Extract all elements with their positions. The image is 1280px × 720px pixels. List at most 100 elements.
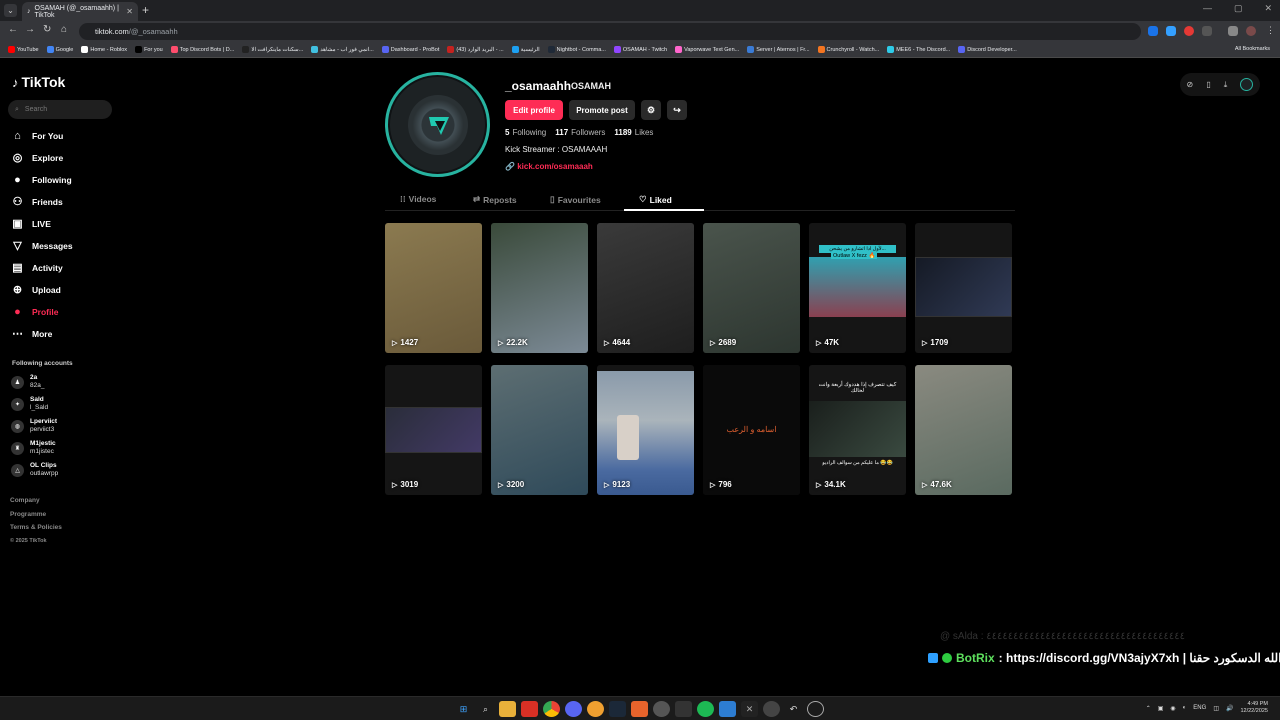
app-icon[interactable] bbox=[587, 701, 604, 717]
all-bookmarks-button[interactable]: All Bookmarks bbox=[1235, 46, 1270, 52]
video-card[interactable]: ▷ 47.6K bbox=[915, 365, 1012, 495]
tray-icon[interactable]: ◉ bbox=[1170, 705, 1175, 712]
app-icon[interactable] bbox=[719, 701, 736, 717]
tiktok-logo[interactable]: ♪ TikTok bbox=[12, 74, 65, 90]
video-card[interactable]: ▷ 4644 bbox=[597, 223, 694, 353]
extensions-puzzle-icon[interactable] bbox=[1228, 26, 1238, 36]
close-tab-icon[interactable]: ✕ bbox=[126, 7, 133, 16]
video-card[interactable]: ▷ 22.2K bbox=[491, 223, 588, 353]
extension-icon[interactable] bbox=[1202, 26, 1212, 36]
discord-icon[interactable] bbox=[565, 701, 582, 717]
footer-link[interactable]: Terms & Policies bbox=[10, 524, 62, 531]
search-icon[interactable]: ⌕ bbox=[477, 701, 494, 717]
forward-icon[interactable]: → bbox=[25, 24, 35, 35]
phone-icon[interactable]: ▯ bbox=[1206, 80, 1210, 89]
bookmark-item[interactable]: OSAMAH - Twitch bbox=[613, 46, 667, 53]
file-explorer-icon[interactable] bbox=[499, 701, 516, 717]
profile-avatar-icon[interactable] bbox=[1246, 26, 1256, 36]
sidebar-item-friends[interactable]: ⚇ Friends bbox=[11, 195, 63, 208]
search-input[interactable]: ⌕ Search bbox=[8, 100, 112, 119]
extension-icon[interactable] bbox=[1184, 26, 1194, 36]
bookmark-item[interactable]: Server | Aternos | Fr... bbox=[747, 46, 810, 53]
sidebar-item-profile[interactable]: ● Profile bbox=[11, 305, 58, 318]
bookmark-item[interactable]: Crunchyroll - Watch... bbox=[817, 46, 879, 53]
back-icon[interactable]: ← bbox=[8, 24, 18, 35]
steam-icon[interactable] bbox=[609, 701, 626, 717]
following-account[interactable]: △ OL Clips outlawrpp bbox=[11, 462, 58, 478]
menu-icon[interactable]: ⋮ bbox=[1266, 25, 1275, 36]
bookmark-item[interactable]: Dashboard - ProBot bbox=[381, 46, 439, 53]
new-tab-button[interactable]: + bbox=[142, 3, 149, 17]
tab-search-button[interactable]: ⌄ bbox=[4, 4, 17, 17]
following-account[interactable]: ✦ Sald l_Sald bbox=[11, 396, 48, 412]
sidebar-item-more[interactable]: ⋯ More bbox=[11, 327, 52, 340]
bookmark-item[interactable]: MEE6 - The Discord... bbox=[887, 46, 950, 53]
app-icon[interactable] bbox=[675, 701, 692, 717]
minimize-icon[interactable]: — bbox=[1203, 3, 1212, 14]
tray-icon[interactable]: ◐ bbox=[1183, 705, 1187, 711]
tab-favourites[interactable]: ▯ Favourites bbox=[550, 194, 601, 205]
spotify-icon[interactable] bbox=[697, 701, 714, 717]
video-card[interactable]: كيف تتصرف إذا هددوك أربعة وانت لحالك ما ع… bbox=[809, 365, 906, 495]
bookmark-item[interactable]: Top Discord Bots | D... bbox=[170, 46, 234, 53]
bookmark-item[interactable]: Google bbox=[46, 46, 73, 53]
app-icon[interactable] bbox=[631, 701, 648, 717]
settings-gear-icon[interactable]: ⚙ bbox=[641, 100, 661, 120]
bookmark-item[interactable]: سكنات ماينكرافت الا... bbox=[242, 46, 303, 53]
sidebar-item-messages[interactable]: ▽ Messages bbox=[11, 239, 72, 252]
bookmark-item[interactable]: Home - Roblox bbox=[81, 46, 127, 53]
video-card[interactable]: ▷ 3200 bbox=[491, 365, 588, 495]
sidebar-item-live[interactable]: ▣ LIVE bbox=[11, 217, 51, 230]
following-account[interactable]: ♜ M1jestic m1jistec bbox=[11, 440, 56, 456]
video-card[interactable]: ▷ 9123 bbox=[597, 365, 694, 495]
windows-start-icon[interactable]: ⊞ bbox=[455, 701, 472, 717]
maximize-icon[interactable]: ▢ bbox=[1234, 3, 1243, 14]
bookmark-item[interactable]: For you bbox=[135, 46, 163, 53]
chrome-icon[interactable] bbox=[543, 701, 560, 717]
following-stat[interactable]: 5 Following bbox=[505, 128, 546, 137]
user-avatar-icon[interactable] bbox=[1240, 78, 1254, 91]
sidebar-item-following[interactable]: ● Following bbox=[11, 173, 72, 186]
language-indicator[interactable]: ENG bbox=[1193, 705, 1206, 711]
browser-tab[interactable]: ♪ OSAMAH (@_osamaahh) | TikTok ✕ bbox=[22, 2, 138, 21]
close-window-icon[interactable]: ✕ bbox=[1264, 3, 1272, 14]
bookmark-item[interactable]: (43) البريد الوارد - ... bbox=[447, 46, 504, 53]
bookmark-item[interactable]: Vaporwave Text Gen... bbox=[675, 46, 739, 53]
sidebar-item-activity[interactable]: ▤ Activity bbox=[11, 261, 62, 274]
extension-icon[interactable] bbox=[1166, 26, 1176, 36]
video-card[interactable]: اسامه و الرعب ▷ 796 bbox=[703, 365, 800, 495]
extension-icon[interactable] bbox=[1148, 26, 1158, 36]
reload-icon[interactable]: ↻ bbox=[43, 24, 51, 35]
bookmark-item[interactable]: Discord Developer... bbox=[958, 46, 1017, 53]
promote-post-button[interactable]: Promote post bbox=[569, 100, 635, 120]
network-icon[interactable]: ◫ bbox=[1213, 705, 1219, 712]
app-icon[interactable] bbox=[763, 701, 780, 717]
video-card[interactable]: ▷ 2689 bbox=[703, 223, 800, 353]
sidebar-item-upload[interactable]: ⊕ Upload bbox=[11, 283, 61, 296]
media-app-icon[interactable] bbox=[521, 701, 538, 717]
share-icon[interactable]: ↪ bbox=[667, 100, 687, 120]
edit-profile-button[interactable]: Edit profile bbox=[505, 100, 563, 120]
app-icon[interactable] bbox=[807, 701, 824, 717]
sidebar-item-for-you[interactable]: ⌂ For You bbox=[11, 129, 63, 142]
footer-link[interactable]: Programme bbox=[10, 511, 46, 518]
app-icon[interactable]: ↶ bbox=[785, 701, 802, 717]
following-account[interactable]: ◍ Lperviict perviict3 bbox=[11, 418, 57, 434]
footer-link[interactable]: Company bbox=[10, 497, 40, 504]
url-input[interactable]: tiktok.com/@_osamaahh bbox=[79, 23, 1141, 40]
compass-icon[interactable]: ⊘ bbox=[1187, 80, 1194, 89]
clock[interactable]: 4:49 PM 12/22/2025 bbox=[1240, 701, 1268, 715]
sidebar-item-explore[interactable]: ◎ Explore bbox=[11, 151, 64, 164]
bookmark-item[interactable]: الرئيسية bbox=[511, 46, 540, 53]
followers-stat[interactable]: 117 Followers bbox=[555, 128, 605, 137]
app-icon[interactable]: ✕ bbox=[741, 701, 758, 717]
tab-reposts[interactable]: ⇄ Reposts bbox=[473, 194, 517, 205]
bookmark-item[interactable]: YouTube bbox=[8, 46, 39, 53]
tray-icon[interactable]: ▣ bbox=[1158, 705, 1164, 712]
video-card[interactable]: ▷ 3019 bbox=[385, 365, 482, 495]
app-icon[interactable] bbox=[653, 701, 670, 717]
bookmark-item[interactable]: Nightbot - Comma... bbox=[547, 46, 606, 53]
tab-videos[interactable]: ⁞⁞ Videos bbox=[400, 194, 436, 204]
video-card[interactable]: ▷ 1709 bbox=[915, 223, 1012, 353]
volume-icon[interactable]: 🔊 bbox=[1226, 705, 1233, 712]
